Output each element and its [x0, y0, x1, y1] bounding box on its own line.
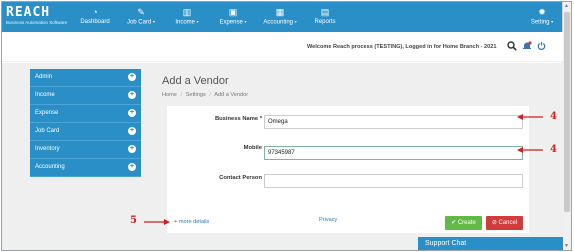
sidebar-menu: Admin + Income + Expense + Job Card + In…	[30, 69, 141, 177]
contact-person-label: Contact Person	[219, 175, 262, 181]
search-icon[interactable]	[507, 41, 517, 53]
support-chat-button[interactable]: Support Chat	[418, 237, 563, 250]
cancel-button[interactable]: ⊘ Cancel	[486, 216, 523, 230]
privacy-link[interactable]: Privacy	[319, 217, 337, 223]
business-name-input[interactable]: Omega	[264, 115, 523, 129]
power-icon[interactable]	[537, 41, 546, 52]
annotation-number: 4	[550, 111, 557, 122]
report-icon: ▤	[320, 7, 330, 17]
annotation-arrow-icon	[517, 114, 543, 120]
nav-dashboard[interactable]: ◔ Dashboard	[78, 6, 112, 30]
gear-icon: ✹	[538, 7, 546, 17]
sidebar-item-label: Expense	[35, 110, 59, 116]
brand-tagline: Business Automation Software	[6, 20, 68, 25]
chevron-down-icon: ▾	[294, 19, 297, 24]
chevron-down-icon: ▾	[244, 19, 247, 24]
more-details-link[interactable]: + more details	[174, 219, 209, 225]
plus-circle-icon[interactable]: +	[128, 91, 136, 99]
nav-setting-label: Setting	[530, 19, 550, 26]
business-name-label: Business Name *	[214, 116, 262, 122]
brand-logo[interactable]: REACH Business Automation Software	[6, 6, 70, 28]
sidebar-item-expense[interactable]: Expense +	[30, 105, 141, 123]
plus-circle-icon[interactable]: +	[128, 163, 136, 171]
nav-reports-label: Reports	[314, 19, 336, 25]
create-button[interactable]: ✔ Create	[445, 216, 482, 230]
breadcrumb-home[interactable]: Home	[162, 92, 177, 98]
top-navbar: REACH Business Automation Software ◔ Das…	[2, 2, 563, 32]
sidebar-item-income[interactable]: Income +	[30, 87, 141, 105]
plus-circle-icon[interactable]: +	[128, 109, 136, 117]
plus-circle-icon[interactable]: +	[128, 127, 136, 135]
annotation-arrow-icon	[144, 219, 170, 225]
notification-bell-icon[interactable]	[522, 41, 532, 53]
nav-accounting-label: Accounting	[263, 19, 293, 26]
mobile-label: Mobile	[243, 145, 262, 151]
vertical-scrollbar[interactable]: ▲ ▼	[562, 2, 571, 250]
calculator-icon: ▦	[275, 7, 285, 17]
annotation-number: 4	[550, 144, 557, 155]
breadcrumb-settings[interactable]: Settings	[186, 92, 206, 98]
wrench-icon: ✎	[137, 7, 145, 17]
nav-setting[interactable]: ✹ Setting ▾	[526, 6, 558, 30]
chevron-down-icon: ▾	[551, 19, 554, 24]
annotation-arrow-icon	[517, 147, 543, 153]
page-title: Add a Vendor	[162, 75, 229, 87]
sidebar-item-label: Accounting	[35, 164, 65, 170]
dashboard-icon: ◔	[92, 7, 98, 17]
mobile-input[interactable]: 97345987	[264, 146, 523, 160]
annotation-number: 5	[130, 215, 137, 226]
nav-expense[interactable]: ▣ Expense ▾	[214, 6, 252, 30]
sidebar-item-admin[interactable]: Admin +	[30, 69, 141, 87]
sidebar-item-label: Job Card	[35, 128, 60, 134]
sidebar-item-accounting[interactable]: Accounting +	[30, 159, 141, 177]
nav-reports[interactable]: ▤ Reports	[311, 6, 339, 30]
breadcrumb: Home / Settings / Add a Vendor	[162, 92, 248, 98]
nav-dashboard-label: Dashboard	[80, 19, 110, 25]
nav-income-label: Income	[175, 19, 195, 26]
scroll-down-arrow-icon[interactable]: ▼	[564, 243, 569, 249]
scroll-up-arrow-icon[interactable]: ▲	[564, 3, 569, 9]
sidebar-item-job-card[interactable]: Job Card +	[30, 123, 141, 141]
chevron-down-icon: ▾	[153, 19, 156, 24]
app-window: REACH Business Automation Software ◔ Das…	[1, 1, 572, 251]
plus-circle-icon[interactable]: +	[128, 145, 136, 153]
breadcrumb-current: Add a Vendor	[214, 92, 249, 98]
chevron-down-icon: ▾	[196, 19, 199, 24]
nav-job-card-label: Job Card	[126, 19, 152, 26]
status-bar: Welcome Reach process (TESTING), Logged …	[2, 32, 563, 62]
nav-income[interactable]: ▥ Income ▾	[170, 6, 204, 30]
welcome-message: Welcome Reach process (TESTING), Logged …	[307, 44, 497, 50]
sidebar-item-label: Inventory	[35, 146, 60, 152]
nav-expense-label: Expense	[219, 19, 243, 26]
contact-person-input[interactable]	[264, 174, 523, 188]
scrollbar-thumb[interactable]	[564, 12, 570, 212]
sidebar-item-inventory[interactable]: Inventory +	[30, 141, 141, 159]
sidebar-item-label: Admin	[35, 74, 53, 80]
breadcrumb-separator: /	[209, 92, 211, 98]
bar-chart-icon: ▥	[182, 7, 192, 17]
nav-accounting[interactable]: ▦ Accounting ▾	[258, 6, 302, 30]
breadcrumb-separator: /	[180, 92, 183, 98]
nav-job-card[interactable]: ✎ Job Card ▾	[123, 6, 159, 30]
brand-name: REACH	[6, 5, 51, 20]
plus-circle-icon[interactable]: +	[128, 73, 136, 81]
money-icon: ▣	[228, 7, 238, 17]
sidebar-item-label: Income	[35, 92, 55, 98]
